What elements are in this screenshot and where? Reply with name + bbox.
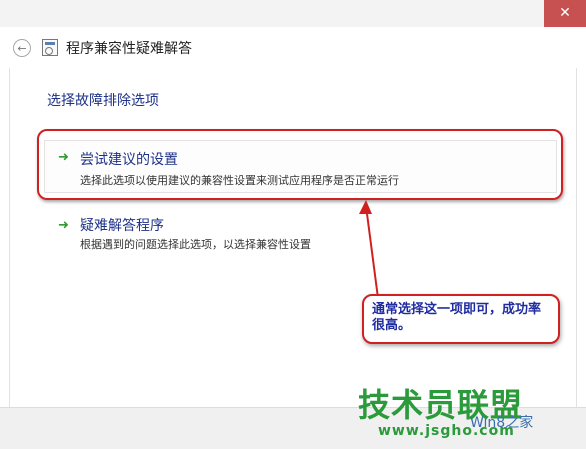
annotation-text: 通常选择这一项即可，成功率很高。	[372, 302, 542, 333]
callout-arrow-head	[359, 200, 372, 214]
callout-arrow-line	[365, 205, 379, 299]
watermark-site: www.jsgho.com	[378, 423, 515, 439]
annotation-bubble: 通常选择这一项即可，成功率很高。	[362, 294, 560, 344]
